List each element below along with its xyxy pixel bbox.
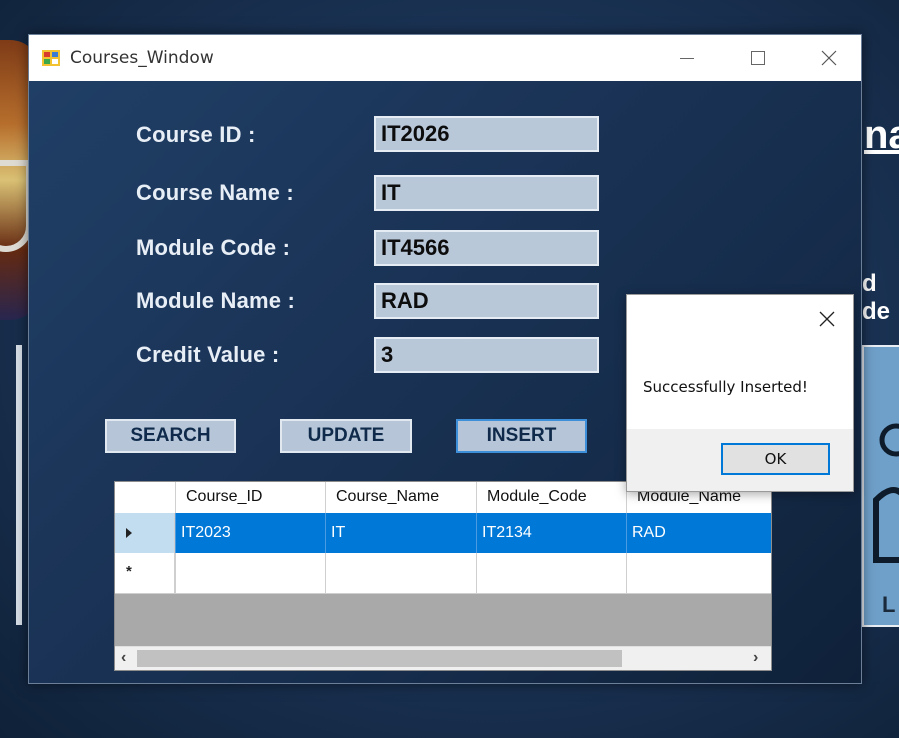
column-header-module-code[interactable]: Module_Code — [476, 482, 626, 513]
title-bar[interactable]: Courses_Window — [29, 35, 861, 81]
new-row-marker: * — [126, 563, 132, 580]
table-row[interactable]: IT2023 IT IT2134 RAD — [115, 513, 771, 553]
scroll-right-icon[interactable]: › — [753, 649, 758, 667]
scroll-left-icon[interactable]: ‹ — [121, 649, 126, 667]
grid-corner — [115, 482, 175, 513]
insert-button[interactable]: INSERT — [456, 419, 587, 453]
course-id-input[interactable] — [374, 116, 599, 152]
horizontal-scrollbar[interactable]: ‹ › — [115, 646, 771, 670]
search-button[interactable]: SEARCH — [105, 419, 236, 453]
update-button[interactable]: UPDATE — [280, 419, 412, 453]
column-header-course-id[interactable]: Course_ID — [175, 482, 325, 513]
user-icon — [873, 423, 899, 563]
credit-value-label: Credit Value : — [136, 342, 280, 367]
maximize-button[interactable] — [735, 35, 781, 81]
course-name-label: Course Name : — [136, 180, 294, 205]
close-icon — [819, 311, 835, 327]
window-title: Courses_Window — [70, 48, 214, 68]
new-row-selector[interactable]: * — [115, 553, 175, 593]
maximize-icon — [751, 51, 765, 65]
background-heading: na — [864, 113, 899, 157]
credit-value-input[interactable] — [374, 337, 599, 373]
scrollbar-thumb[interactable] — [137, 650, 622, 667]
current-row-arrow-icon — [126, 528, 132, 538]
new-cell-course-id[interactable] — [175, 553, 325, 593]
app-icon — [42, 50, 60, 66]
course-name-input[interactable] — [374, 175, 599, 211]
background-panel-edge — [16, 345, 22, 625]
courses-grid[interactable]: Course_ID Course_Name Module_Code Module… — [114, 481, 772, 671]
row-selector[interactable] — [115, 513, 175, 553]
cell-module-code[interactable]: IT2134 — [476, 513, 626, 553]
dialog-footer: OK — [627, 429, 853, 491]
cell-course-id[interactable]: IT2023 — [175, 513, 325, 553]
minimize-icon — [680, 57, 694, 59]
module-name-label: Module Name : — [136, 288, 296, 313]
course-id-label: Course ID : — [136, 122, 256, 147]
cell-module-name[interactable]: RAD — [626, 513, 771, 553]
module-code-input[interactable] — [374, 230, 599, 266]
dialog-message: Successfully Inserted! — [643, 378, 808, 396]
new-cell-course-name[interactable] — [325, 553, 476, 593]
minimize-button[interactable] — [664, 35, 710, 81]
close-icon — [821, 50, 837, 66]
cell-course-name[interactable]: IT — [325, 513, 476, 553]
column-header-course-name[interactable]: Course_Name — [325, 482, 476, 513]
module-name-input[interactable] — [374, 283, 599, 319]
new-row[interactable]: * — [115, 553, 771, 594]
ok-button[interactable]: OK — [721, 443, 830, 475]
background-subheading: d de — [862, 270, 891, 325]
module-code-label: Module Code : — [136, 235, 291, 260]
background-label: L — [882, 592, 896, 617]
message-dialog: Successfully Inserted! OK — [626, 294, 854, 492]
dialog-close-button[interactable] — [809, 303, 845, 335]
close-button[interactable] — [806, 35, 852, 81]
new-cell-module-name[interactable] — [626, 553, 771, 593]
new-cell-module-code[interactable] — [476, 553, 626, 593]
